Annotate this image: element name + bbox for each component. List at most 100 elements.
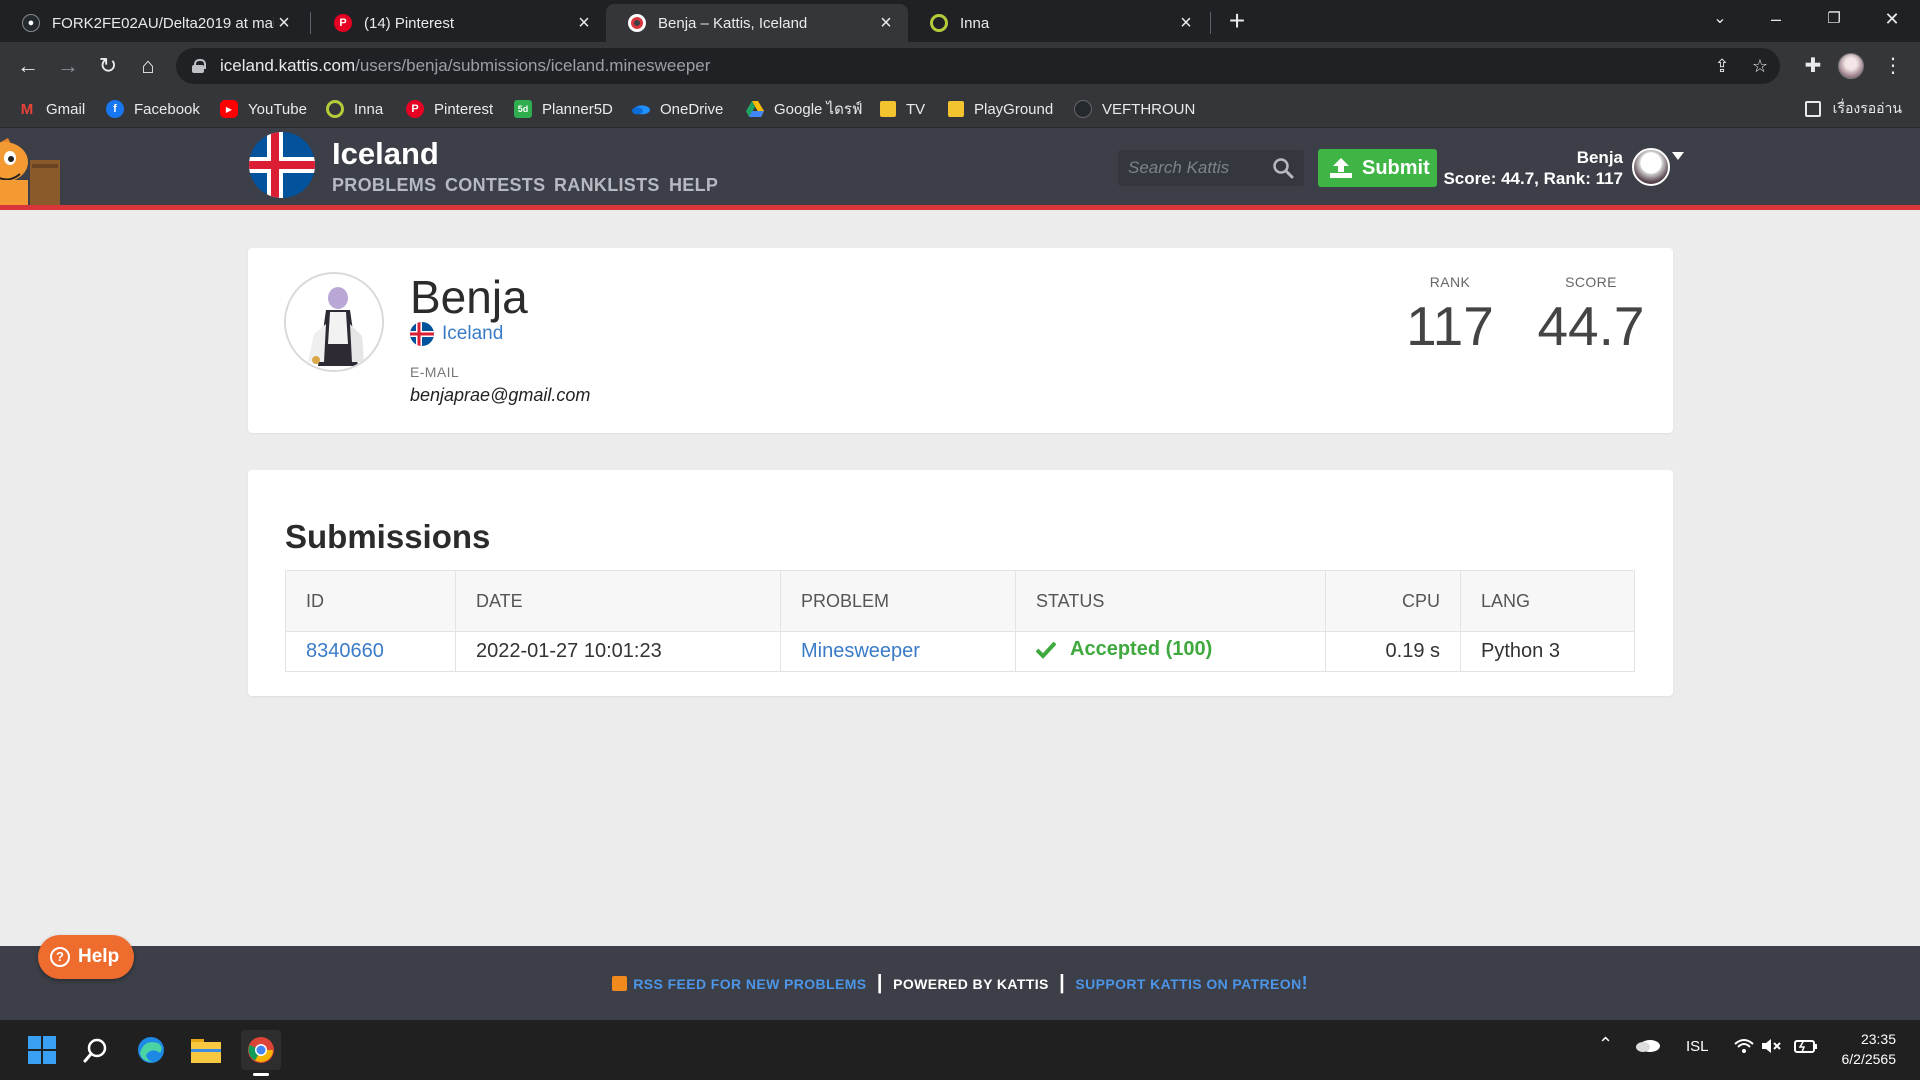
search-box	[1118, 150, 1304, 186]
new-tab-button[interactable]: +	[1222, 6, 1252, 36]
onedrive-tray-icon[interactable]	[1636, 1038, 1660, 1056]
nav-contests[interactable]: CONTESTS	[445, 175, 545, 196]
search-input[interactable]	[1128, 158, 1268, 178]
bookmark-planner5d[interactable]: 5d Planner5D	[514, 98, 613, 120]
system-clock[interactable]: 23:35 6/2/2565	[1842, 1029, 1897, 1069]
input-language[interactable]: ISL	[1686, 1038, 1709, 1055]
file-explorer-icon[interactable]	[186, 1030, 226, 1070]
rank-label: RANK	[1429, 274, 1471, 290]
bookmark-inna[interactable]: Inna	[326, 98, 383, 120]
close-tab-icon[interactable]: ×	[274, 12, 294, 35]
user-menu-caret-icon[interactable]	[1672, 152, 1684, 160]
nav-problems[interactable]: PROBLEMS	[332, 175, 436, 196]
profile-picture	[284, 272, 384, 372]
tab-title: Benja – Kattis, Iceland	[658, 14, 808, 32]
back-button[interactable]: ←	[10, 48, 46, 84]
active-app-indicator	[253, 1073, 269, 1076]
address-bar[interactable]: iceland.kattis.com/users/benja/submissio…	[176, 48, 1780, 84]
reload-button[interactable]: ↻	[90, 48, 126, 84]
search-icon[interactable]	[1272, 157, 1294, 179]
facebook-icon: f	[106, 100, 124, 118]
close-tab-icon[interactable]: ×	[876, 12, 896, 35]
help-question-icon: ?	[50, 947, 70, 967]
help-button[interactable]: ? Help	[38, 935, 134, 979]
folder-icon	[948, 101, 964, 117]
iceland-flag-logo[interactable]	[249, 132, 315, 198]
menu-dots-icon[interactable]: ⋮	[1878, 52, 1908, 80]
footer-links: RSS FEED FOR NEW PROBLEMS | POWERED BY K…	[0, 972, 1920, 995]
tray-overflow-chevron-icon[interactable]: ⌃	[1598, 1034, 1613, 1055]
windows-start-icon[interactable]	[22, 1030, 62, 1070]
tab-github[interactable]: ● FORK2FE02AU/Delta2019 at mai ×	[0, 4, 306, 42]
patreon-link[interactable]: SUPPORT KATTIS ON PATREON	[1075, 976, 1301, 992]
profile-country-link[interactable]: Iceland	[410, 322, 503, 346]
bookmark-label: TV	[906, 100, 926, 118]
pinterest-icon: P	[334, 14, 352, 32]
folder-icon	[880, 101, 896, 117]
home-button[interactable]: ⌂	[130, 48, 166, 84]
github-icon	[1074, 100, 1092, 118]
user-avatar[interactable]	[1632, 148, 1670, 186]
bookmark-label: YouTube	[248, 100, 307, 118]
tab-inna[interactable]: Inna ×	[908, 4, 1208, 42]
wifi-icon[interactable]	[1734, 1038, 1754, 1058]
bookmark-pinterest[interactable]: P Pinterest	[406, 98, 493, 120]
submission-date: 2022-01-27 10:01:23	[455, 631, 781, 672]
volume-muted-icon[interactable]	[1762, 1038, 1782, 1058]
bookmark-google-drive[interactable]: Google ไดรฟ์	[746, 98, 863, 120]
minimize-button[interactable]: –	[1748, 0, 1804, 38]
restore-button[interactable]: ❐	[1806, 0, 1862, 38]
rank-value: 117	[1406, 295, 1494, 357]
browser-toolbar: ← → ↻ ⌂ iceland.kattis.com/users/benja/s…	[0, 42, 1920, 90]
bookmark-facebook[interactable]: f Facebook	[106, 98, 200, 120]
battery-charging-icon[interactable]	[1794, 1038, 1818, 1058]
taskbar-search-icon[interactable]	[76, 1030, 116, 1070]
submission-lang: Python 3	[1460, 631, 1635, 672]
bookmark-playground[interactable]: PlayGround	[948, 98, 1053, 120]
tab-divider	[1210, 12, 1211, 34]
extensions-puzzle-icon[interactable]: ✚	[1798, 52, 1828, 80]
inna-icon	[326, 100, 344, 118]
share-icon[interactable]: ⇪	[1708, 54, 1736, 78]
table-header-row: ID DATE PROBLEM STATUS CPU LANG	[285, 570, 1635, 632]
tab-pinterest[interactable]: P (14) Pinterest ×	[312, 4, 606, 42]
forward-button[interactable]: →	[50, 48, 86, 84]
submission-id-link[interactable]: 8340660	[306, 640, 384, 662]
inna-icon	[930, 14, 948, 32]
browser-tab-strip: ● FORK2FE02AU/Delta2019 at mai × P (14) …	[0, 0, 1920, 42]
kattis-cat-logo[interactable]	[0, 128, 70, 205]
bookmark-star-icon[interactable]: ☆	[1746, 54, 1774, 78]
close-window-button[interactable]: ✕	[1864, 0, 1920, 38]
bookmark-label: OneDrive	[660, 100, 724, 118]
bookmark-label: Gmail	[46, 100, 86, 118]
youtube-icon: ▶	[220, 100, 238, 118]
tab-kattis[interactable]: Benja – Kattis, Iceland ×	[606, 4, 908, 42]
nav-ranklists[interactable]: RANKLISTS	[554, 175, 660, 196]
bookmark-vefthroun[interactable]: VEFTHROUN	[1074, 98, 1195, 120]
submissions-title: Submissions	[285, 518, 491, 555]
user-summary[interactable]: Benja Score: 44.7, Rank: 117	[1443, 147, 1623, 189]
problem-link[interactable]: Minesweeper	[801, 640, 920, 662]
bookmark-tv[interactable]: TV	[880, 98, 925, 120]
reading-list-icon	[1804, 101, 1821, 117]
chrome-taskbar-icon[interactable]	[241, 1030, 281, 1070]
bookmark-gmail[interactable]: M Gmail	[18, 98, 85, 120]
submit-button[interactable]: Submit	[1318, 149, 1437, 187]
edge-browser-icon[interactable]	[131, 1030, 171, 1070]
github-icon: ●	[22, 14, 40, 32]
upload-icon	[1330, 158, 1352, 178]
tab-search-icon[interactable]: ⌄	[1692, 0, 1748, 38]
submit-label: Submit	[1362, 156, 1430, 179]
footer-divider: |	[876, 972, 883, 994]
reading-list[interactable]: เรื่องรออ่าน	[1804, 98, 1902, 120]
bookmark-onedrive[interactable]: OneDrive	[632, 98, 723, 120]
site-brand[interactable]: Iceland	[332, 136, 439, 172]
profile-avatar[interactable]	[1838, 53, 1864, 79]
status-text: Accepted (100)	[1070, 638, 1213, 661]
nav-help[interactable]: HELP	[669, 175, 718, 196]
bookmark-youtube[interactable]: ▶ YouTube	[220, 98, 307, 120]
close-tab-icon[interactable]: ×	[574, 12, 594, 35]
close-tab-icon[interactable]: ×	[1176, 12, 1196, 35]
rss-feed-link[interactable]: RSS FEED FOR NEW PROBLEMS	[633, 976, 866, 992]
bookmark-label: VEFTHROUN	[1102, 100, 1196, 118]
